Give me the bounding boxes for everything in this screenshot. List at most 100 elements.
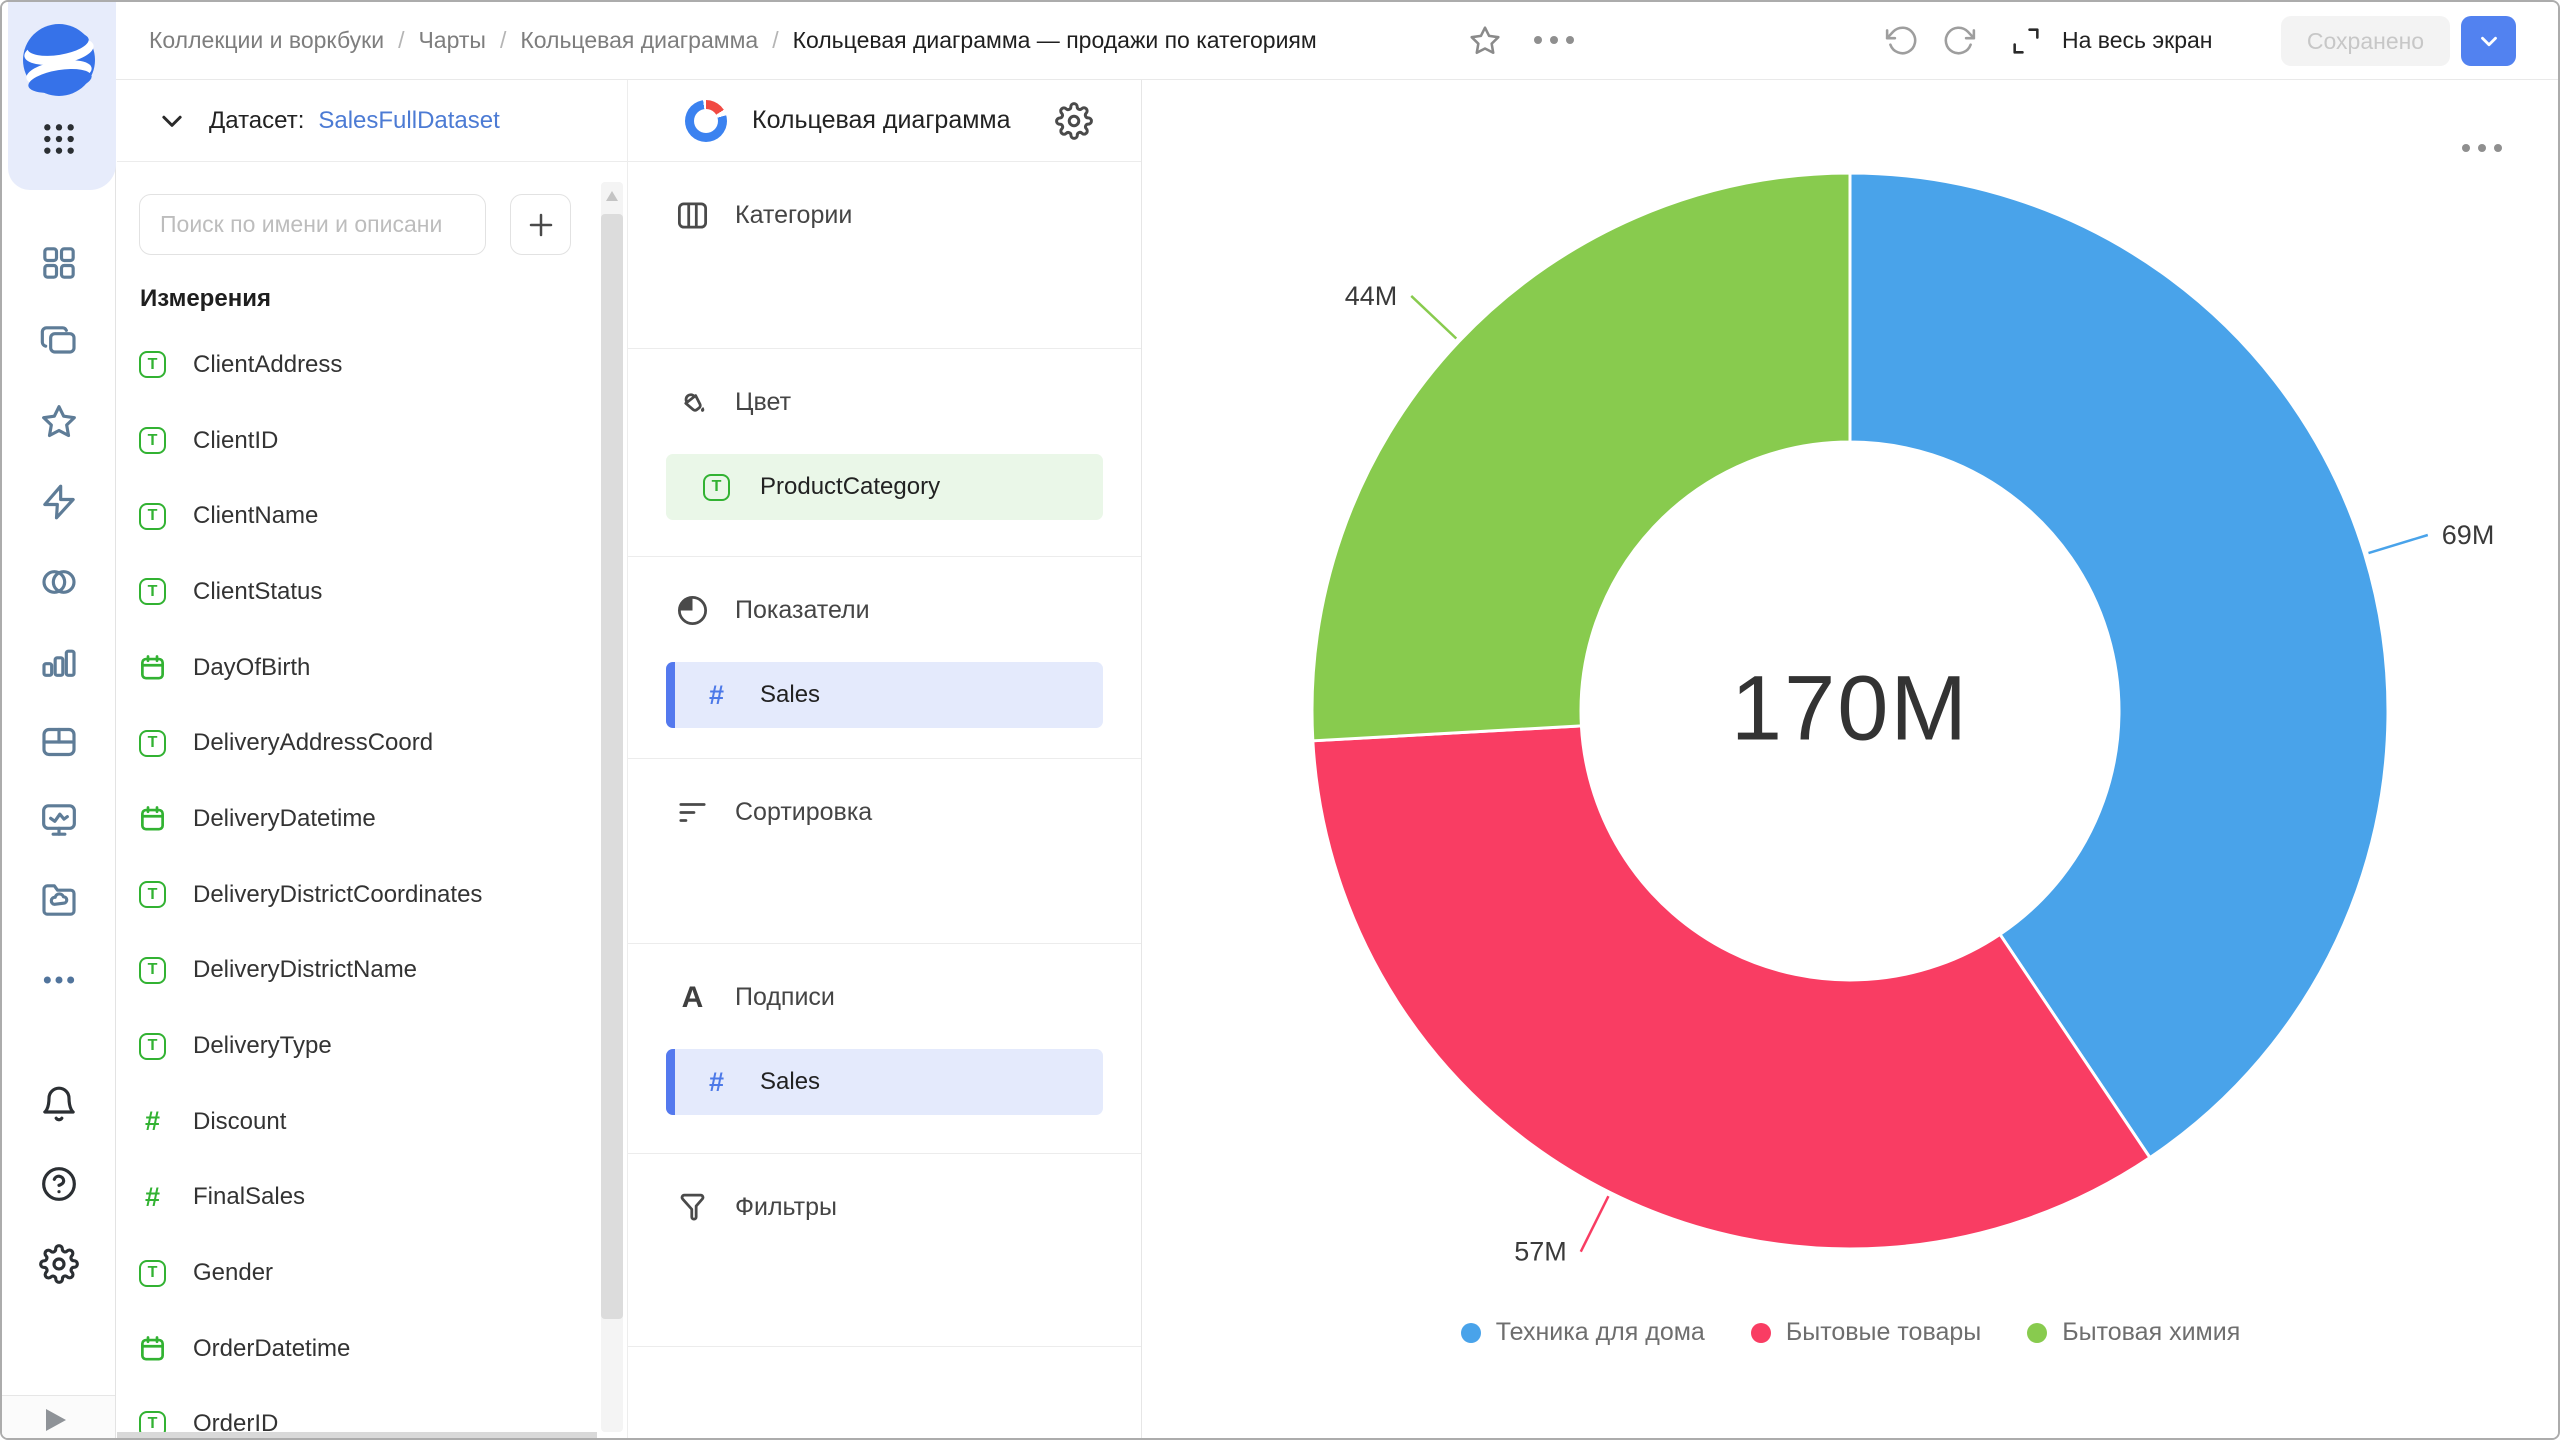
field-name: ClientName [193, 502, 318, 530]
text-field-icon: T [139, 578, 166, 605]
undo-icon[interactable] [1885, 24, 1919, 58]
chip-label: ProductCategory [760, 473, 940, 501]
charts-icon[interactable] [39, 642, 79, 682]
dataset-field-row[interactable]: TDeliveryDistrictName [139, 933, 559, 1009]
dataset-field-row[interactable]: TClientID [139, 403, 559, 479]
section-label: Подписи [735, 983, 835, 1012]
fields-list: TClientAddressTClientIDTClientNameTClien… [139, 327, 559, 1438]
fullscreen-button[interactable]: На весь экран [2062, 2, 2213, 79]
star-icon[interactable] [1468, 24, 1502, 58]
donut-slice[interactable] [1313, 726, 2150, 1249]
tables-icon[interactable] [39, 722, 79, 762]
save-dropdown-button[interactable] [2461, 16, 2516, 66]
redo-icon[interactable] [1942, 24, 1976, 58]
dataset-field-row[interactable]: TOrderID [139, 1387, 559, 1438]
dataset-field-row[interactable]: T DeliveryDistrictCoordinates [139, 857, 559, 933]
dataset-field-row[interactable]: TDeliveryAddressCoord [139, 705, 559, 781]
chart-legend: Техника для дома Бытовые товары Бытовая хи… [1143, 1318, 2558, 1347]
datasets-icon[interactable] [39, 562, 79, 602]
data-label: 57M [1514, 1237, 1567, 1267]
breadcrumb: Коллекции и воркбуки/Чарты/Кольцевая диа… [149, 2, 1317, 79]
save-button[interactable]: Сохранено [2281, 16, 2450, 66]
horizontal-scrollbar[interactable] [117, 1432, 597, 1438]
dataset-field-row[interactable]: TClientStatus [139, 554, 559, 630]
notifications-icon[interactable] [39, 1084, 79, 1124]
paint-bucket-icon [675, 385, 710, 420]
storage-icon[interactable] [39, 880, 79, 920]
section-label: Показатели [735, 596, 870, 625]
dashboards-icon[interactable] [39, 800, 79, 840]
dataset-field-row[interactable]: TDeliveryType [139, 1008, 559, 1084]
data-label-callout [1581, 1196, 1609, 1252]
add-field-button[interactable] [510, 194, 571, 255]
section-header: Сортировка [675, 795, 872, 830]
tiles-icon[interactable] [39, 243, 79, 283]
legend-dot [1751, 1323, 1771, 1343]
legend-item[interactable]: Техника для дома [1461, 1318, 1705, 1347]
legend-item[interactable]: Бытовая химия [2027, 1318, 2240, 1347]
dataset-field-row[interactable]: T Gender [139, 1235, 559, 1311]
section-label: Категории [735, 201, 852, 230]
breadcrumb-separator: / [772, 27, 778, 54]
section-header: Категории [675, 198, 852, 233]
collections-icon[interactable] [39, 322, 79, 362]
settings-icon[interactable] [39, 1244, 79, 1284]
chart-type-header: Кольцевая диаграмма [628, 80, 1141, 162]
breadcrumb-item[interactable]: Коллекции и воркбуки [149, 27, 384, 54]
section-header: Цвет [675, 385, 791, 420]
apps-grid-icon[interactable] [39, 119, 79, 159]
sort-icon [675, 795, 710, 830]
text-field-icon: T [139, 881, 166, 908]
text-field-icon: T [139, 1260, 166, 1287]
gear-icon[interactable] [1055, 102, 1093, 140]
more-icon[interactable] [1534, 36, 1574, 44]
dataset-field-row[interactable]: DayOfBirth [139, 630, 559, 706]
field-name: DeliveryDistrictCoordinates [193, 881, 482, 909]
field-name: DeliveryType [193, 1032, 332, 1060]
number-field-icon: # [139, 1106, 166, 1137]
measure-indicator-bar [666, 662, 675, 728]
legend-label: Техника для дома [1496, 1318, 1705, 1347]
dataset-field-row[interactable]: DeliveryDatetime [139, 781, 559, 857]
dataset-field-row[interactable]: #FinalSales [139, 1160, 559, 1236]
dataset-header: Датасет: SalesFullDataset [117, 80, 627, 162]
field-chip-sales[interactable]: #Sales [666, 662, 1103, 728]
quick-actions-icon[interactable] [39, 482, 79, 522]
config-section-filters: Фильтры [628, 1154, 1141, 1347]
data-label: 69M [2442, 520, 2495, 550]
dataset-name-link[interactable]: SalesFullDataset [318, 107, 499, 135]
chevron-down-icon[interactable] [157, 106, 187, 136]
expand-icon[interactable] [2009, 24, 2043, 58]
legend-label: Бытовая химия [2062, 1318, 2240, 1347]
search-input[interactable] [139, 194, 486, 255]
data-label-callout [1411, 296, 1456, 339]
scroll-up-icon[interactable] [606, 191, 618, 201]
breadcrumb-item[interactable]: Кольцевая диаграмма [520, 27, 758, 54]
chart-config-panel: Кольцевая диаграмма Категории Цвет TProduc… [627, 80, 1142, 1438]
legend-item[interactable]: Бытовые товары [1751, 1318, 1981, 1347]
breadcrumb-current: Кольцевая диаграмма — продажи по категор… [793, 27, 1317, 54]
datalens-logo-icon[interactable] [23, 24, 95, 96]
dataset-field-row[interactable]: TClientName [139, 478, 559, 554]
favorites-icon[interactable] [39, 402, 79, 442]
donut-chart-type-icon[interactable] [685, 100, 727, 142]
field-chip-sales[interactable]: #Sales [666, 1049, 1103, 1115]
config-sections: Категории Цвет TProductCategory Показатели #… [628, 162, 1141, 1347]
field-chip-productcategory[interactable]: TProductCategory [666, 454, 1103, 520]
dataset-field-row[interactable]: OrderDatetime [139, 1311, 559, 1387]
field-name: Gender [193, 1259, 273, 1287]
dataset-label: Датасет: [209, 107, 304, 135]
dataset-field-row[interactable]: #Discount [139, 1084, 559, 1160]
breadcrumb-item[interactable]: Чарты [418, 27, 485, 54]
more-rail-icon[interactable] [39, 960, 79, 1000]
date-field-icon [139, 805, 166, 832]
scrollbar-thumb[interactable] [601, 214, 623, 1319]
field-name: DayOfBirth [193, 654, 310, 682]
collapse-arrow-icon[interactable] [46, 1409, 66, 1431]
chart-type-label: Кольцевая диаграмма [752, 106, 1011, 135]
dataset-field-row[interactable]: TClientAddress [139, 327, 559, 403]
rail-footer [2, 1395, 115, 1440]
legend-dot [2027, 1323, 2047, 1343]
dimensions-title: Измерения [140, 285, 271, 313]
help-icon[interactable] [39, 1164, 79, 1204]
